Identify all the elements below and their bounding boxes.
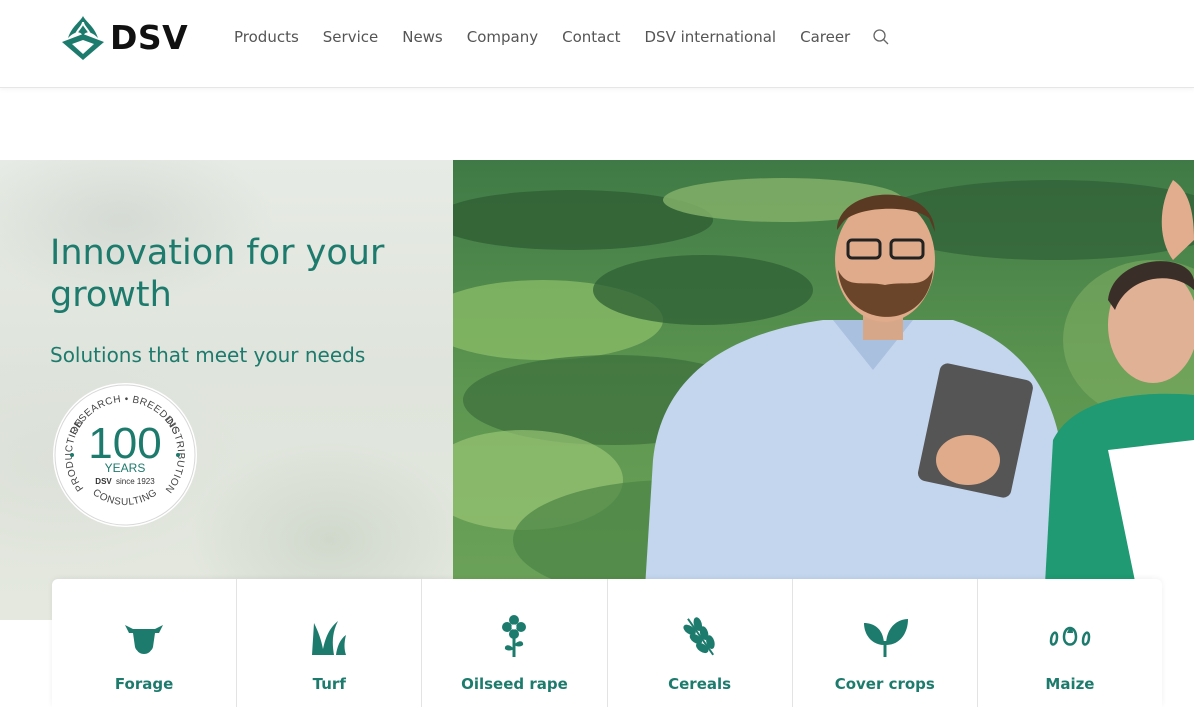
hero-title: Innovation for your growth <box>50 233 385 315</box>
nav-item-news[interactable]: News <box>402 28 443 46</box>
logo-icon <box>62 16 104 60</box>
leaves-icon <box>863 619 908 657</box>
category-label: Oilseed rape <box>461 675 568 693</box>
search-icon[interactable] <box>872 28 890 46</box>
wheat-icon <box>683 617 715 656</box>
category-forage[interactable]: Forage <box>52 579 238 707</box>
category-turf[interactable]: Turf <box>237 579 423 707</box>
dsv-logo[interactable]: DSV <box>58 12 188 62</box>
nav-item-company[interactable]: Company <box>467 28 538 46</box>
logo-text: DSV <box>110 17 189 57</box>
nav-item-career[interactable]: Career <box>800 28 850 46</box>
hero-photo <box>453 160 1194 620</box>
main-nav: Products Service News Company Contact DS… <box>234 28 890 46</box>
category-maize[interactable]: Maize <box>978 579 1162 707</box>
category-label: Cover crops <box>834 675 935 693</box>
nav-item-dsv-international[interactable]: DSV international <box>645 28 777 46</box>
flower-icon <box>502 615 527 657</box>
hero-banner: Innovation for your growth Solutions tha… <box>0 160 1194 620</box>
category-label: Maize <box>1045 675 1095 693</box>
nav-item-products[interactable]: Products <box>234 28 299 46</box>
site-header: DSV Products Service News Company Contac… <box>0 0 1194 88</box>
hero-subtitle: Solutions that meet your needs <box>50 343 366 367</box>
category-label: Turf <box>312 675 346 693</box>
nav-item-contact[interactable]: Contact <box>562 28 620 46</box>
category-cover-crops[interactable]: Cover crops <box>793 579 978 707</box>
category-label: Cereals <box>668 675 732 693</box>
category-oilseed-rape[interactable]: Oilseed rape <box>422 579 608 707</box>
category-cereals[interactable]: Cereals <box>608 579 793 707</box>
badge-years: YEARS <box>105 461 146 475</box>
badge-since: since 1923 <box>116 477 155 486</box>
hero-image-farmers <box>453 160 1194 620</box>
category-label: Forage <box>114 675 174 693</box>
nav-item-service[interactable]: Service <box>323 28 378 46</box>
maize-icon <box>1049 626 1091 646</box>
svg-text:DSV since 1923: DSV since 1923 <box>95 477 155 486</box>
badge-since-brand: DSV <box>95 477 112 486</box>
category-bar: Forage Turf Oilseed rape Cereals Cover c… <box>52 579 1162 707</box>
centenary-badge: RESEARCH • BREEDING DISTRIBUTION CONSULT… <box>53 383 197 527</box>
cow-icon <box>125 625 164 654</box>
grass-icon <box>312 621 347 655</box>
